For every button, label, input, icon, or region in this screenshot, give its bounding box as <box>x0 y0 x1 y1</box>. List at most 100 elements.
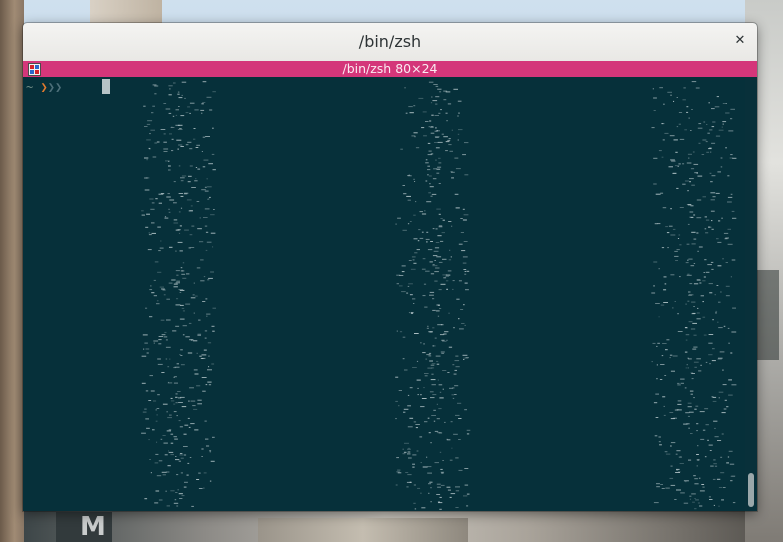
rain-glyph <box>396 471 400 473</box>
terminal-scrollbar[interactable] <box>745 77 757 511</box>
rain-glyph <box>429 186 434 188</box>
rain-glyph <box>663 103 665 105</box>
rain-glyph <box>177 148 179 150</box>
rain-glyph <box>434 430 439 432</box>
rain-glyph <box>658 150 662 152</box>
rain-glyph <box>690 433 693 434</box>
rain-glyph <box>157 358 161 360</box>
rain-glyph <box>685 334 690 336</box>
rain-glyph <box>183 433 187 435</box>
rain-glyph <box>670 208 672 210</box>
rain-glyph <box>440 109 442 111</box>
window-titlebar[interactable]: /bin/zsh ✕ <box>23 23 757 62</box>
rain-glyph <box>189 102 195 104</box>
rain-glyph <box>436 494 441 495</box>
rain-glyph <box>410 312 413 314</box>
rain-glyph <box>696 172 698 174</box>
rain-glyph <box>435 96 440 98</box>
rain-glyph <box>173 502 179 504</box>
rain-glyph <box>427 249 433 251</box>
rain-glyph <box>728 379 732 381</box>
rain-glyph <box>184 229 189 231</box>
rain-glyph <box>158 343 162 345</box>
rain-glyph <box>682 183 686 185</box>
rain-glyph <box>677 403 682 405</box>
rain-glyph <box>688 321 693 323</box>
rain-glyph <box>710 210 715 212</box>
rain-glyph <box>697 127 703 129</box>
rain-glyph <box>677 400 682 402</box>
rain-glyph <box>206 178 208 180</box>
rain-glyph <box>453 433 458 435</box>
rain-glyph <box>168 112 172 114</box>
rain-glyph <box>175 456 177 457</box>
rain-glyph <box>175 325 180 327</box>
rain-glyph <box>457 115 459 117</box>
scrollbar-thumb[interactable] <box>748 473 754 507</box>
rain-glyph <box>211 325 215 327</box>
rain-glyph <box>186 474 189 476</box>
rain-glyph <box>458 439 461 440</box>
rain-glyph <box>201 112 203 114</box>
rain-glyph <box>689 411 694 413</box>
rain-glyph <box>395 484 398 486</box>
rain-glyph <box>177 391 181 392</box>
rain-glyph <box>704 259 707 261</box>
rain-glyph <box>407 426 413 428</box>
rain-glyph <box>664 375 667 376</box>
rain-glyph <box>705 232 709 234</box>
rain-glyph <box>423 283 427 285</box>
rain-glyph <box>407 199 411 201</box>
rain-glyph <box>463 269 467 270</box>
terminal-output[interactable]: ~ ❯❯❯ <box>23 77 745 511</box>
terminal-window[interactable]: /bin/zsh ✕ /bin/zsh 80×24 ~ ❯❯❯ <box>23 23 757 511</box>
rain-glyph <box>437 166 442 168</box>
rain-glyph <box>407 448 411 450</box>
tab-bar[interactable]: /bin/zsh 80×24 <box>23 61 757 77</box>
rain-glyph <box>417 487 421 489</box>
rain-glyph <box>414 181 416 182</box>
rain-glyph <box>727 327 730 329</box>
rain-glyph <box>702 429 706 431</box>
rain-glyph <box>687 367 689 369</box>
rain-glyph <box>182 310 185 312</box>
rain-glyph <box>180 115 185 117</box>
rain-glyph <box>176 274 179 276</box>
rain-glyph <box>730 475 735 477</box>
rain-glyph <box>181 495 185 497</box>
rain-glyph <box>141 432 146 434</box>
rain-glyph <box>432 309 436 311</box>
rain-glyph <box>204 208 210 210</box>
rain-glyph <box>657 223 661 225</box>
rain-glyph <box>663 414 666 416</box>
rain-glyph <box>408 283 413 285</box>
rain-glyph <box>693 238 697 240</box>
rain-glyph <box>429 331 433 333</box>
rain-glyph <box>449 496 452 498</box>
rain-glyph <box>151 222 155 224</box>
rain-glyph <box>423 135 427 137</box>
rain-glyph <box>701 154 705 155</box>
close-icon[interactable]: ✕ <box>731 32 749 50</box>
rain-glyph <box>463 359 465 360</box>
rain-glyph <box>435 127 437 129</box>
rain-glyph <box>408 260 412 261</box>
rain-glyph <box>207 369 212 371</box>
rain-glyph <box>462 354 468 356</box>
rain-glyph <box>688 157 690 159</box>
rain-glyph <box>432 298 435 300</box>
rain-glyph <box>186 199 192 201</box>
rain-glyph <box>163 294 166 296</box>
rain-glyph <box>436 256 442 258</box>
rain-glyph <box>170 433 174 435</box>
rain-glyph <box>448 144 452 146</box>
rain-glyph <box>198 488 203 489</box>
rain-glyph <box>204 225 208 227</box>
rain-glyph <box>152 429 155 431</box>
rain-glyph <box>696 279 701 281</box>
rain-glyph <box>145 348 150 350</box>
rain-glyph <box>151 112 154 114</box>
rain-glyph <box>151 232 156 234</box>
rain-glyph <box>440 484 445 486</box>
rain-glyph <box>712 196 716 198</box>
